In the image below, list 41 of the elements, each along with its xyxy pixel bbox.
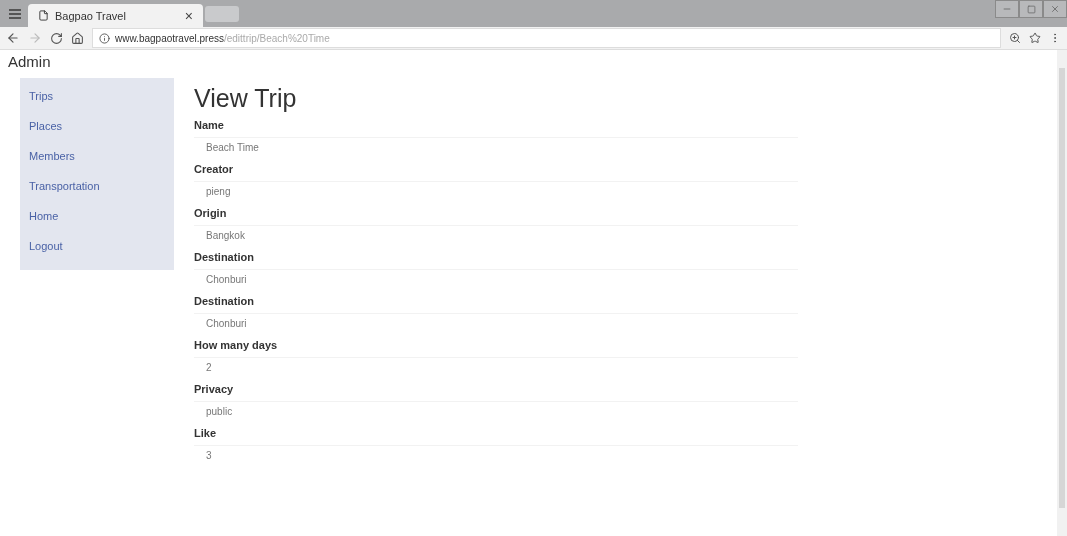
browser-tab[interactable]: Bagpao Travel × [28,4,203,27]
field-label: Origin [194,206,228,221]
sidebar-link[interactable]: Logout [20,234,174,264]
field-value: pieng [194,181,798,201]
scrollbar[interactable] [1057,50,1067,536]
field-value: Chonburi [194,269,798,289]
back-icon[interactable] [6,31,20,45]
minimize-button[interactable] [995,0,1019,18]
site-title: Admin [8,53,52,70]
page-icon [38,10,49,21]
info-icon [99,32,110,44]
star-icon[interactable] [1029,32,1041,44]
maximize-button[interactable] [1019,0,1043,18]
field-label: Privacy [194,382,235,397]
field-value: 2 [194,357,798,377]
field-value: public [194,401,798,421]
field-label: How many days [194,338,279,353]
field-label: Destination [194,294,255,309]
close-icon [1050,4,1060,14]
field-label: Destination [194,250,255,265]
field-label: Creator [194,162,235,177]
close-window-button[interactable] [1043,0,1067,18]
forward-icon[interactable] [28,31,42,45]
field-value: Bangkok [194,225,798,245]
home-icon[interactable] [71,31,84,45]
sidebar-link[interactable]: Trips [20,84,174,114]
close-tab-button[interactable]: × [184,7,193,24]
field-value: 3 [194,445,798,465]
sidebar-link[interactable]: Members [20,144,174,174]
field-label: Name [194,118,225,133]
address-bar[interactable]: www.bagpaotravel.press/edittrip/Beach%20Time [92,28,1001,48]
reload-icon[interactable] [50,31,63,45]
zoom-icon[interactable] [1009,32,1021,44]
sidebar-link[interactable]: Transportation [20,174,174,204]
page-heading: View Trip [194,84,298,113]
field-value: Beach Time [194,137,798,157]
field-value: Chonburi [194,313,798,333]
field-label: Like [194,426,217,441]
maximize-icon [1026,4,1036,14]
sidebar-link[interactable]: Places [20,114,174,144]
sidebar-link[interactable]: Home [20,204,174,234]
